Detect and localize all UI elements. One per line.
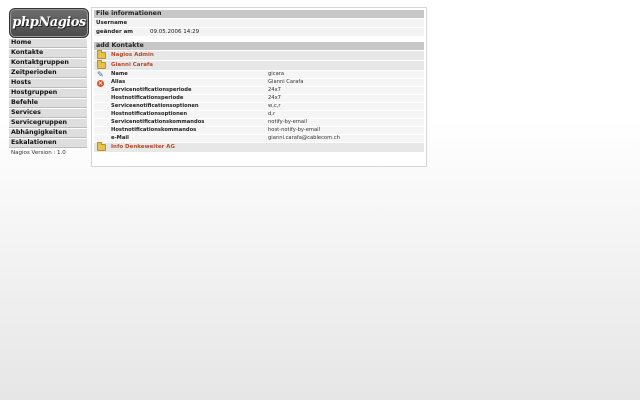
nav-item-hosts[interactable]: Hosts xyxy=(9,79,87,88)
detail-value: gianni.carafa@cablecom.ch xyxy=(268,135,340,141)
detail-value: gicara xyxy=(268,71,285,77)
detail-value: notify-by-email xyxy=(268,119,307,125)
contact-item-gianni-carafa[interactable]: Gianni Carafa xyxy=(94,60,424,70)
detail-row: Servicenotificationskommandos notify-by-… xyxy=(94,119,424,126)
file-info-key: geänder am xyxy=(96,29,134,35)
detail-value: w,c,r xyxy=(268,103,281,109)
contact-detail-table: ✎ × Name gicara Alias Gianni Carafa Serv… xyxy=(94,71,424,142)
delete-icon[interactable]: × xyxy=(97,80,104,87)
nav-item-hostgruppen[interactable]: Hostgruppen xyxy=(9,89,87,98)
edit-icon[interactable]: ✎ xyxy=(97,71,104,79)
detail-key: Servicenotificationsperiode xyxy=(111,87,192,93)
detail-row: Hostnotificationsperiode 24x7 xyxy=(94,95,424,102)
file-info-row: geänder am 09.05.2006 14:29 xyxy=(94,28,424,36)
nav-item-services[interactable]: Services xyxy=(9,109,87,118)
contact-item-nagios-admin[interactable]: Nagios Admin xyxy=(94,50,424,60)
detail-key: Hostnotificationskommandos xyxy=(111,127,197,133)
phpnagios-logo[interactable]: phpNagios xyxy=(9,8,89,38)
detail-row: Servicenotificationsperiode 24x7 xyxy=(94,87,424,94)
detail-row: Hostnotificationsoptionen d,r xyxy=(94,111,424,118)
sidebar-nav: Home Kontakte Kontaktgruppen Zeitperiode… xyxy=(9,39,87,156)
detail-row: Name gicara xyxy=(94,71,424,78)
detail-value: d,r xyxy=(268,111,276,117)
detail-key: e-Mail xyxy=(111,135,129,141)
file-info-value: 09.05.2006 14:29 xyxy=(150,29,200,35)
nav-item-eskalationen[interactable]: Eskalationen xyxy=(9,139,87,148)
nav-item-kontakte[interactable]: Kontakte xyxy=(9,49,87,58)
folder-icon xyxy=(97,50,106,59)
file-info-key: Username xyxy=(96,20,128,26)
contacts-heading[interactable]: add Kontakte xyxy=(94,42,424,50)
detail-key: Servicenotificationskommandos xyxy=(111,119,205,125)
file-info-row: Username xyxy=(94,19,424,27)
nav-item-kontaktgruppen[interactable]: Kontaktgruppen xyxy=(9,59,87,68)
contact-item-info-denkeweiter[interactable]: Info Denkeweiter AG xyxy=(94,142,424,152)
nav-item-home[interactable]: Home xyxy=(9,39,87,48)
detail-value: 24x7 xyxy=(268,95,281,101)
folder-icon xyxy=(97,60,106,69)
folder-icon xyxy=(97,142,106,151)
detail-key: Hostnotificationsoptionen xyxy=(111,111,188,117)
detail-key: Alias xyxy=(111,79,126,85)
nav-item-abhaengigkeiten[interactable]: Abhängigkeiten xyxy=(9,129,87,138)
logo-text: phpNagios xyxy=(12,15,86,30)
version-label: Nagios Version : 1.0 xyxy=(11,150,66,156)
file-info-heading: File informationen xyxy=(94,10,424,18)
contact-item-label: Nagios Admin xyxy=(111,52,154,58)
nav-item-servicegruppen[interactable]: Servicegruppen xyxy=(9,119,87,128)
detail-key: Name xyxy=(111,71,128,77)
main-panel: File informationen Username geänder am 0… xyxy=(91,7,427,167)
detail-value: 24x7 xyxy=(268,87,281,93)
detail-key: Serviceenotificationsoptionen xyxy=(111,103,199,109)
detail-row: Hostnotificationskommandos host-notify-b… xyxy=(94,127,424,134)
detail-value: Gianni Carafa xyxy=(268,79,304,85)
detail-value: host-notify-by-email xyxy=(268,127,321,133)
detail-row: e-Mail gianni.carafa@cablecom.ch xyxy=(94,135,424,142)
nav-item-befehle[interactable]: Befehle xyxy=(9,99,87,108)
detail-row: Serviceenotificationsoptionen w,c,r xyxy=(94,103,424,110)
contact-item-label: Gianni Carafa xyxy=(111,62,154,68)
contact-item-label: Info Denkeweiter AG xyxy=(111,144,175,150)
detail-row: Alias Gianni Carafa xyxy=(94,79,424,86)
nav-item-zeitperioden[interactable]: Zeitperioden xyxy=(9,69,87,78)
detail-key: Hostnotificationsperiode xyxy=(111,95,184,101)
